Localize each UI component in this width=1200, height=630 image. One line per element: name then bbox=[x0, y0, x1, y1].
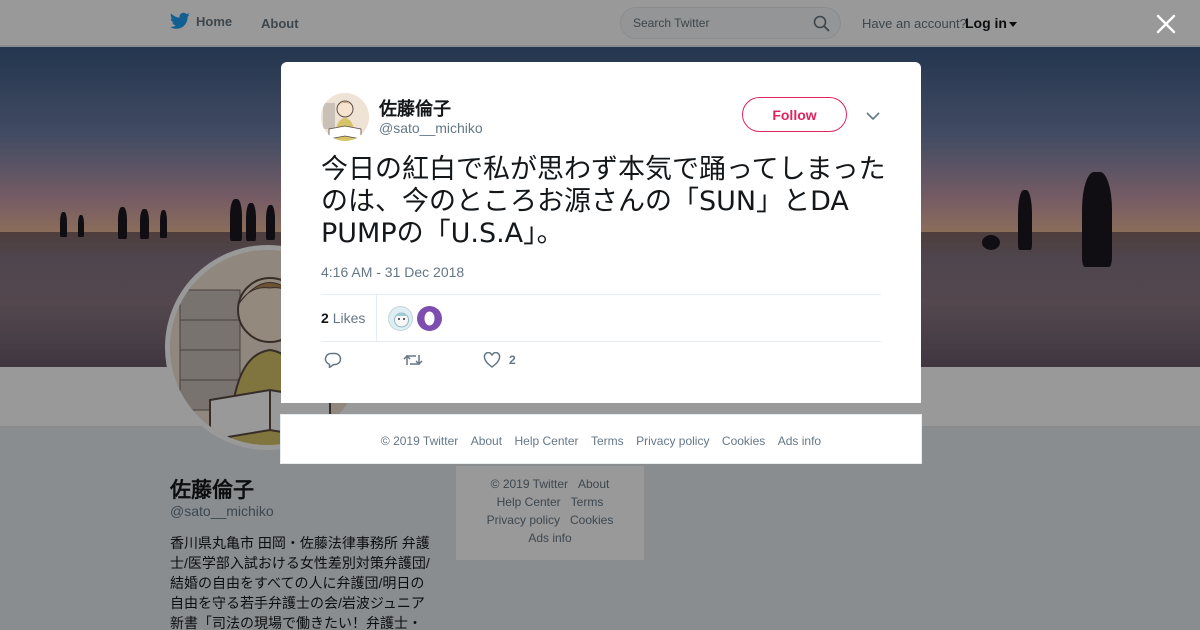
retweet-icon bbox=[403, 354, 423, 366]
liker-avatar[interactable] bbox=[417, 306, 442, 331]
tweet-stats: 2 Likes bbox=[321, 294, 881, 342]
avatar-illustration bbox=[394, 312, 409, 328]
stats-divider bbox=[376, 295, 377, 341]
tweet-author-handle[interactable]: @sato__michiko bbox=[379, 120, 483, 136]
avatar-illustration bbox=[321, 93, 369, 141]
reply-icon bbox=[324, 352, 342, 368]
tweet-actions: 2 bbox=[321, 352, 621, 376]
tweet-author-name[interactable]: 佐藤倫子 bbox=[379, 95, 451, 121]
like-button[interactable]: 2 bbox=[483, 352, 516, 368]
reply-button[interactable] bbox=[324, 352, 342, 368]
retweet-button[interactable] bbox=[403, 352, 423, 368]
tweet-text: 今日の紅白で私が思わず本気で踊ってしまったのは、今のところお源さんの「SUN」と… bbox=[321, 154, 886, 249]
heart-icon bbox=[483, 352, 501, 368]
avatar-illustration bbox=[424, 311, 435, 326]
follow-button[interactable]: Follow bbox=[742, 97, 847, 132]
tweet-timestamp[interactable]: 4:16 AM - 31 Dec 2018 bbox=[321, 264, 464, 280]
footer-privacy-link[interactable]: Privacy policy bbox=[636, 434, 709, 448]
close-icon[interactable] bbox=[1155, 13, 1177, 35]
tweet-modal: 佐藤倫子 @sato__michiko Follow 今日の紅白で私が思わず本気… bbox=[281, 62, 921, 403]
likes-count: 2 bbox=[321, 310, 329, 326]
footer-copyright[interactable]: © 2019 Twitter bbox=[381, 434, 458, 448]
footer-terms-link[interactable]: Terms bbox=[591, 434, 624, 448]
modal-footer: © 2019 Twitter About Help Center Terms P… bbox=[280, 414, 922, 464]
likes-stat[interactable]: 2 Likes bbox=[321, 310, 365, 326]
chevron-down-icon[interactable] bbox=[865, 109, 881, 123]
like-count: 2 bbox=[509, 353, 516, 367]
footer-cookies-link[interactable]: Cookies bbox=[722, 434, 765, 448]
footer-help-link[interactable]: Help Center bbox=[515, 434, 579, 448]
liker-avatar[interactable] bbox=[388, 306, 413, 331]
footer-ads-link[interactable]: Ads info bbox=[778, 434, 821, 448]
footer-about-link[interactable]: About bbox=[471, 434, 502, 448]
likes-label: Likes bbox=[332, 310, 366, 326]
tweet-author-avatar[interactable] bbox=[321, 93, 369, 141]
